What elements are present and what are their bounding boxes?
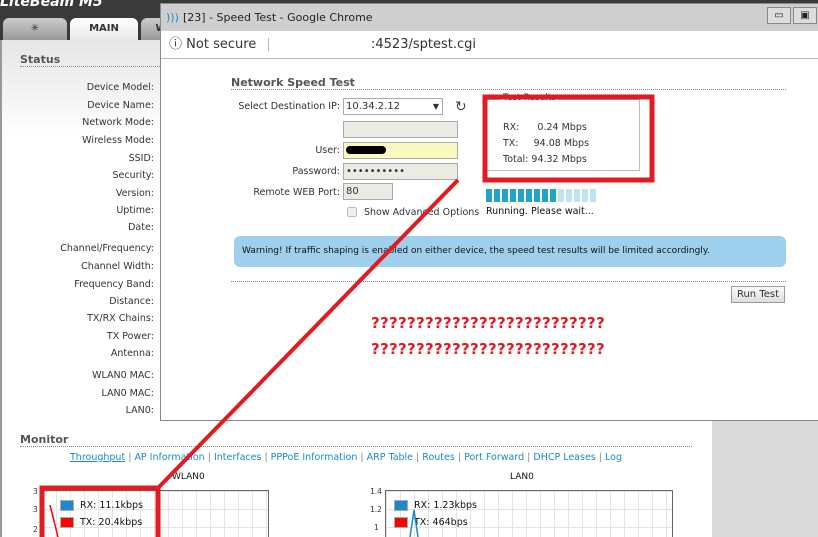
wlan0-tx-line: [49, 504, 59, 537]
annotation-rect-results: [482, 94, 655, 183]
annotation-overlay: [39, 94, 655, 537]
lan0-rx-line: [409, 509, 419, 537]
annotation-rect-legend: [39, 485, 161, 537]
annotation-line: [156, 178, 460, 490]
